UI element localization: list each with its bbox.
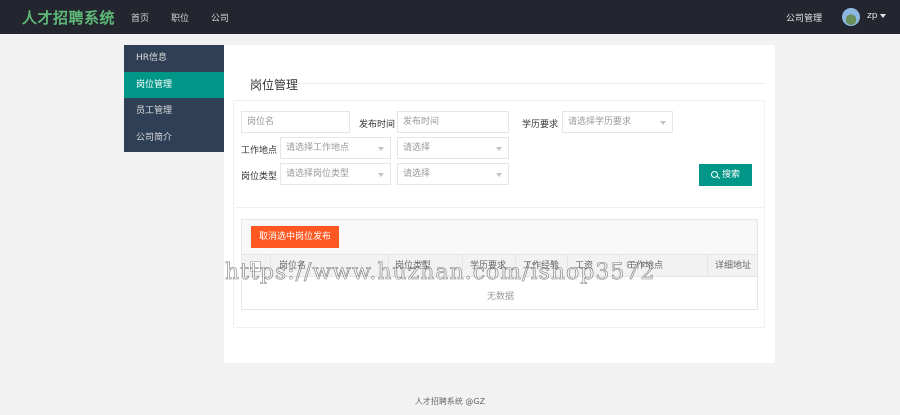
job-type-sub-select-value: 请选择 — [403, 169, 431, 179]
watermark-text: https://www.huzhan.com/ishop3572 — [225, 260, 656, 286]
caret-down-icon[interactable] — [880, 14, 886, 18]
job-name-input[interactable]: 岗位名 — [241, 111, 350, 133]
education-select-value: 请选择学历要求 — [568, 117, 632, 127]
company-admin-link[interactable]: 公司管理 — [786, 11, 822, 24]
location-select-value: 请选择工作地点 — [286, 143, 350, 153]
footer-text: 人才招聘系统 @GZ — [414, 397, 486, 406]
job-type-select-value: 请选择岗位类型 — [286, 169, 350, 179]
job-type-sub-select[interactable]: 请选择 — [397, 163, 509, 185]
sidebar-item-company-profile[interactable]: 公司简介 — [124, 125, 224, 151]
job-type-select[interactable]: 请选择岗位类型 — [280, 163, 391, 185]
sidebar-menu: HR信息 岗位管理 员工管理 公司简介 — [124, 45, 224, 152]
location-sub-select-value: 请选择 — [403, 143, 431, 153]
table-empty-text: 无数据 — [487, 292, 515, 302]
search-icon — [710, 171, 718, 178]
location-label: 工作地点 — [241, 146, 278, 156]
sidebar-item-job-management[interactable]: 岗位管理 — [124, 72, 224, 98]
search-button[interactable]: 搜索 — [699, 164, 752, 186]
chevron-down-icon — [378, 173, 384, 177]
sidebar-item-employee-management[interactable]: 员工管理 — [124, 98, 224, 124]
publish-time-label: 发布时间 — [359, 120, 396, 130]
location-select[interactable]: 请选择工作地点 — [280, 137, 391, 159]
job-type-label: 岗位类型 — [241, 172, 278, 182]
nav-company[interactable]: 公司 — [211, 11, 229, 24]
user-avatar[interactable] — [842, 8, 860, 26]
chevron-down-icon — [496, 173, 502, 177]
education-label: 学历要求 — [522, 120, 559, 130]
sidebar-item-hr-info[interactable]: HR信息 — [124, 45, 224, 71]
column-divider — [707, 255, 708, 277]
page-title: 岗位管理 — [250, 78, 299, 92]
nav-jobs[interactable]: 职位 — [171, 11, 189, 24]
th-address[interactable]: 详细地址 — [715, 255, 751, 277]
publish-time-input[interactable]: 发布时间 — [397, 111, 509, 133]
chevron-down-icon — [660, 121, 666, 125]
chevron-down-icon — [496, 147, 502, 151]
nav-home[interactable]: 首页 — [131, 11, 149, 24]
search-button-label: 搜索 — [721, 170, 740, 180]
cancel-publish-button[interactable]: 取消选中岗位发布 — [251, 226, 339, 248]
education-select[interactable]: 请选择学历要求 — [562, 111, 673, 133]
app-logo[interactable]: 人才招聘系统 — [22, 7, 115, 28]
title-divider — [296, 83, 766, 84]
user-name[interactable]: zp — [867, 11, 877, 21]
location-sub-select[interactable]: 请选择 — [397, 137, 509, 159]
chevron-down-icon — [378, 147, 384, 151]
